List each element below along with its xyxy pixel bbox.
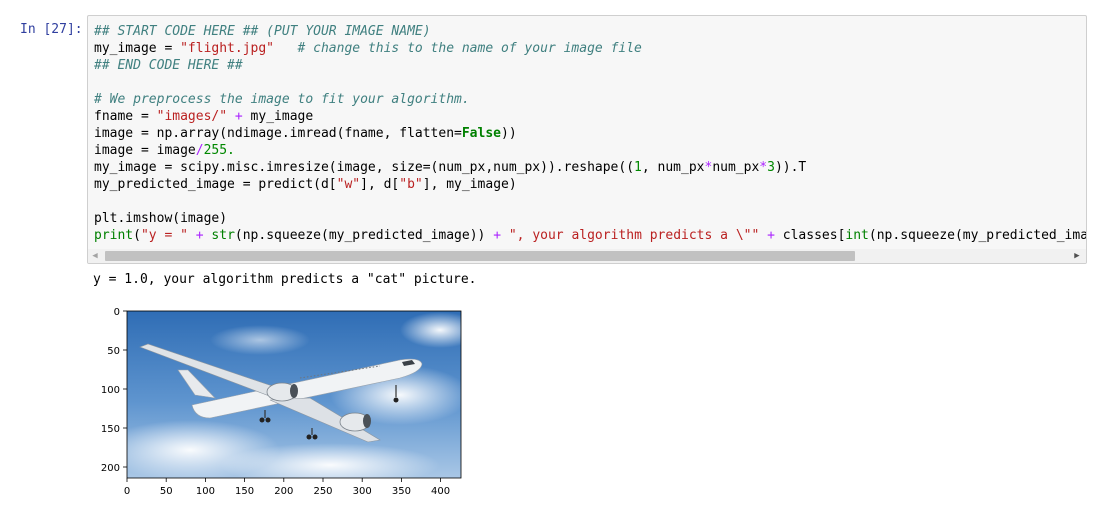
code-token: (np.squeeze(my_predicted_image — [868, 228, 1087, 243]
x-tick-label: 50 — [160, 486, 173, 497]
x-tick-label: 0 — [124, 486, 130, 497]
x-tick-label: 200 — [274, 486, 293, 497]
code-token: , num_px — [641, 160, 705, 175]
code-token: num_px — [712, 160, 760, 175]
code-editor[interactable]: ## START CODE HERE ## (PUT YOUR IMAGE NA… — [94, 23, 1087, 244]
code-token: image = np.array(ndimage.imread(fname, f… — [94, 126, 462, 141]
code-token: 255. — [203, 143, 235, 158]
code-token: # We preprocess the image to fit your al… — [94, 92, 470, 107]
code-token: + — [767, 228, 775, 243]
code-cell-input[interactable]: ## START CODE HERE ## (PUT YOUR IMAGE NA… — [87, 15, 1087, 264]
code-token: my_image = scipy.misc.imresize(image, si… — [94, 160, 635, 175]
code-token: "w" — [336, 177, 361, 192]
scroll-left-icon[interactable]: ◀ — [90, 251, 100, 261]
code-token: # change this to the name of your image … — [297, 41, 642, 56]
code-token: classes[ — [774, 228, 846, 243]
code-token: (np.squeeze(my_predicted_image)) — [234, 228, 494, 243]
code-token: my_predicted_image = predict(d[ — [94, 177, 337, 192]
x-tick-label: 100 — [196, 486, 215, 497]
code-line: my_image = "flight.jpg" # change this to… — [94, 40, 1086, 57]
cell-prompt: In [27]: — [20, 22, 83, 37]
code-line: image = image/255. — [94, 142, 1086, 159]
x-tick-label: 400 — [431, 486, 450, 497]
code-token: False — [461, 126, 501, 141]
code-token: ", your algorithm predicts a \"" — [508, 228, 760, 243]
y-tick-label: 100 — [101, 385, 120, 396]
airplane-image — [100, 311, 480, 487]
code-token: ], my_image) — [422, 177, 517, 192]
x-tick-label: 300 — [353, 486, 372, 497]
code-token: ## START CODE HERE ## (PUT YOUR IMAGE NA… — [94, 24, 431, 39]
code-line: print("y = " + str(np.squeeze(my_predict… — [94, 227, 1087, 244]
code-token: + — [234, 109, 243, 124]
code-line: my_image = scipy.misc.imresize(image, si… — [94, 159, 1086, 176]
code-token: print — [94, 228, 134, 243]
code-token: fname = — [94, 109, 157, 124]
code-token: "flight.jpg" — [180, 41, 275, 56]
code-token: image = image — [94, 143, 196, 158]
code-line: image = np.array(ndimage.imread(fname, f… — [94, 125, 1086, 142]
code-token: )) — [501, 126, 517, 141]
code-line: plt.imshow(image) — [94, 210, 1086, 227]
x-tick-label: 250 — [313, 486, 332, 497]
code-line: ## END CODE HERE ## — [94, 57, 1086, 74]
code-token: str — [211, 228, 235, 243]
y-tick-label: 50 — [107, 346, 120, 357]
code-token: ], d[ — [360, 177, 400, 192]
code-token: my_image — [242, 109, 314, 124]
y-tick-label: 150 — [101, 424, 120, 435]
code-line: fname = "images/" + my_image — [94, 108, 1086, 125]
x-tick-label: 150 — [235, 486, 254, 497]
code-token: my_image = — [94, 41, 181, 56]
code-token: / — [195, 143, 204, 158]
horizontal-scrollbar[interactable]: ◀ ▶ — [88, 249, 1086, 263]
code-token: plt.imshow(image) — [94, 211, 228, 226]
code-token: "b" — [399, 177, 423, 192]
y-tick-label: 0 — [114, 307, 120, 318]
x-tick-label: 350 — [392, 486, 411, 497]
code-token: )).T — [774, 160, 807, 175]
code-line: # We preprocess the image to fit your al… — [94, 91, 1086, 108]
code-token: 1 — [634, 160, 642, 175]
code-token: * — [759, 160, 768, 175]
y-tick-label: 200 — [101, 463, 120, 474]
image-plot: 0 50 100 150 200 0 50 100 150 200 250 300 350 400 — [100, 307, 480, 497]
code-token: 3 — [767, 160, 775, 175]
code-token: int — [845, 228, 869, 243]
scroll-thumb[interactable] — [105, 251, 855, 261]
code-token: "images/" — [156, 109, 228, 124]
code-token: "y = " — [140, 228, 188, 243]
cell-output-text: y = 1.0, your algorithm predicts a "cat"… — [93, 272, 477, 287]
code-token: ( — [133, 228, 141, 243]
scroll-right-icon[interactable]: ▶ — [1072, 251, 1082, 261]
code-token: + — [195, 228, 204, 243]
code-token: ## END CODE HERE ## — [94, 58, 243, 73]
code-token: + — [493, 228, 502, 243]
code-line: my_predicted_image = predict(d["w"], d["… — [94, 176, 1086, 193]
code-line: ## START CODE HERE ## (PUT YOUR IMAGE NA… — [94, 23, 1086, 40]
